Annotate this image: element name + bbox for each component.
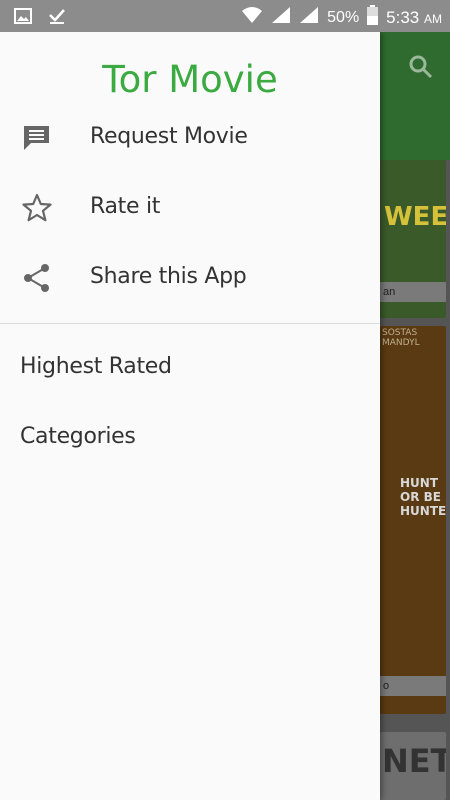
star-outline-icon xyxy=(22,193,52,223)
poster-caption: an xyxy=(380,282,446,302)
wifi-icon xyxy=(241,6,263,29)
movie-poster: SOSTAS MANDYL HUNT OR BE HUNTED o xyxy=(380,326,446,714)
menu-item-label: Rate it xyxy=(90,194,161,219)
poster-top-text: SOSTAS MANDYL xyxy=(382,328,420,348)
poster-caption: o xyxy=(380,676,446,696)
menu-item-label: Share this App xyxy=(90,264,247,289)
poster-title: WEED xyxy=(384,202,446,232)
share-icon xyxy=(22,263,52,293)
clock-time: 5:33 xyxy=(386,7,420,27)
signal-icon xyxy=(271,6,291,29)
clock: 5:33 AM xyxy=(386,8,442,28)
menu-item-categories[interactable]: Categories xyxy=(20,424,136,449)
battery-percent: 50% xyxy=(327,8,360,26)
poster-title: NET xyxy=(382,742,446,780)
menu-item-request-movie[interactable]: Request Movie xyxy=(0,110,380,170)
menu-item-label: Request Movie xyxy=(90,124,248,149)
gallery-icon xyxy=(14,7,32,30)
poster-title: HUNT OR BE HUNTED xyxy=(400,476,446,518)
comment-icon xyxy=(22,123,52,153)
menu-item-highest-rated[interactable]: Highest Rated xyxy=(20,354,172,379)
battery-icon xyxy=(367,5,379,30)
download-done-icon xyxy=(48,7,66,30)
movie-poster: WEED an xyxy=(380,160,446,318)
signal-icon xyxy=(299,6,319,29)
background-app: WEED an SOSTAS MANDYL HUNT OR BE HUNTED … xyxy=(380,32,450,800)
search-icon xyxy=(408,54,434,85)
divider xyxy=(0,323,380,324)
drawer-title: Tor Movie xyxy=(102,58,278,101)
movie-poster: NET xyxy=(380,732,446,800)
menu-item-rate-it[interactable]: Rate it xyxy=(0,180,380,240)
background-toolbar xyxy=(380,32,450,160)
menu-item-share-app[interactable]: Share this App xyxy=(0,250,380,310)
status-bar: 50% 5:33 AM xyxy=(0,0,450,32)
navigation-drawer: Tor Movie Request Movie Rate it Share th… xyxy=(0,32,380,800)
clock-ampm: AM xyxy=(424,11,442,26)
